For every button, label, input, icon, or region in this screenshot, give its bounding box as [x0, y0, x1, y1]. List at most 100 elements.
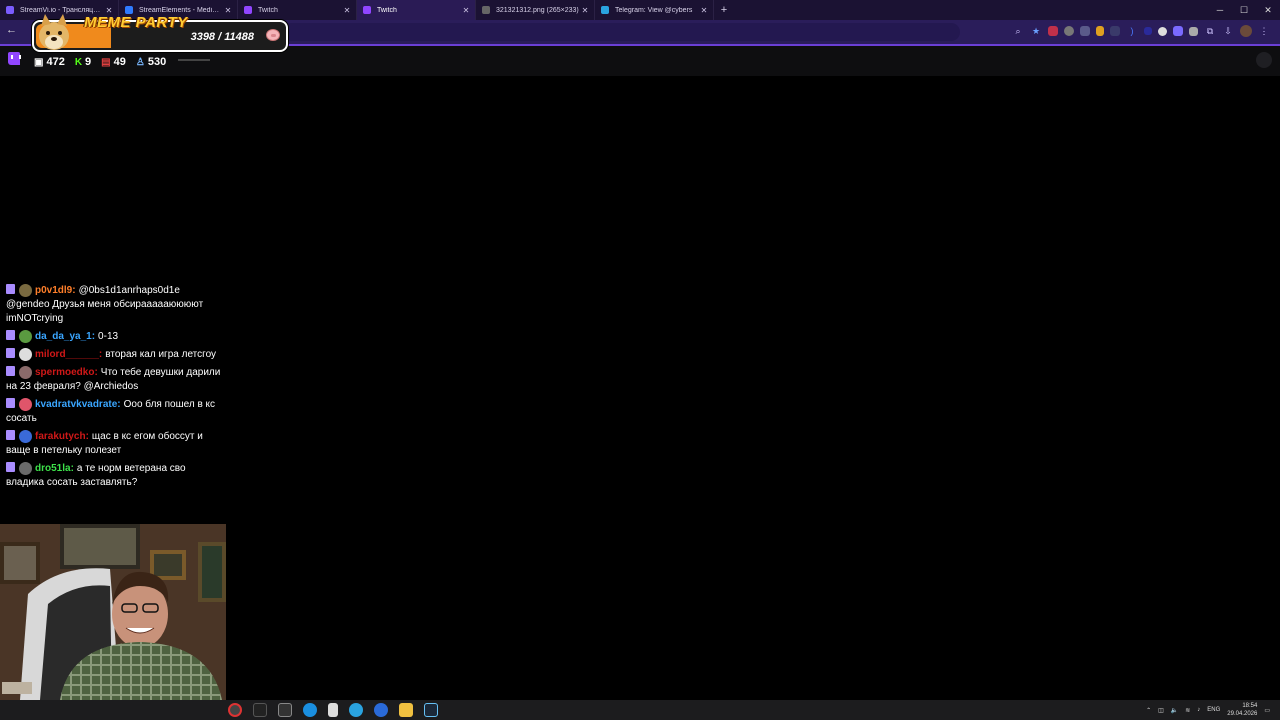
tab-title: Twitch [377, 6, 397, 14]
browser-icon[interactable] [374, 703, 388, 717]
tab-favicon-icon [601, 6, 609, 14]
tab-title: StreamElements - Media re [139, 6, 223, 14]
wifi-icon[interactable]: ≋ [1185, 707, 1190, 714]
terminal-icon[interactable] [253, 703, 267, 717]
extension-icon[interactable] [1189, 26, 1198, 36]
browser-tab[interactable]: 321321312.png (265×233) ✕ [476, 0, 595, 20]
pig-icon [266, 29, 280, 41]
chat-bubble-icon: ▣ [34, 56, 44, 68]
close-tab-icon[interactable]: ✕ [699, 6, 709, 15]
close-tab-icon[interactable]: ✕ [580, 6, 590, 15]
minimize-button[interactable]: ─ [1208, 0, 1232, 20]
snipping-icon[interactable] [278, 703, 292, 717]
chat-message: p0v1dl9: @0bs1d1anrhaps0d1e @gendeo Друзь… [6, 283, 226, 326]
extensions-toolbar: ⌕ ★ ) ⧉ ⇩ ⋮ [1012, 25, 1270, 37]
twitch-badge-icon [6, 398, 15, 408]
chat-username[interactable]: kvadratvkvadrate: [35, 399, 121, 410]
tab-favicon-icon [363, 6, 371, 14]
language-indicator[interactable]: ENG [1207, 707, 1220, 713]
tab-title: Twitch [258, 6, 278, 14]
user-badge-icon [19, 283, 32, 297]
twitch-badge-icon [6, 462, 15, 472]
clock[interactable]: 18:54 29.04.2026 [1227, 702, 1257, 718]
window-controls: ─ ☐ ✕ [1208, 0, 1280, 20]
mic-icon[interactable]: ♪ [1197, 707, 1200, 713]
extension-icon[interactable] [1110, 26, 1120, 36]
edge-icon[interactable] [303, 703, 317, 717]
extensions-puzzle-icon[interactable]: ⧉ [1204, 25, 1216, 37]
extension-icon[interactable]: ) [1126, 25, 1138, 37]
likes-stat: ▤ 49 [101, 56, 126, 68]
tab-title: 321321312.png (265×233) [496, 6, 579, 14]
chat-message: kvadratvkvadrate: Ооо бля пошел в кс соса… [6, 397, 226, 426]
chat-text: а те норм ветерана сво владика сосать за… [6, 463, 186, 488]
chat-username[interactable]: p0v1dl9: [35, 285, 76, 296]
browser-tab[interactable]: Twitch ✕ [238, 0, 357, 20]
extension-icon[interactable] [1096, 26, 1104, 36]
volume-icon[interactable]: 🔈 [1171, 707, 1178, 714]
user-badge-icon [19, 347, 32, 361]
browser-tab[interactable]: Twitch ✕ [357, 0, 476, 20]
telegram-icon[interactable] [349, 703, 363, 717]
star-icon[interactable]: ★ [1030, 25, 1042, 37]
chevron-up-icon[interactable]: ⌃ [1146, 707, 1151, 714]
chat-text: 0-13 [98, 331, 119, 342]
extension-icon[interactable] [1144, 27, 1152, 35]
chat-text: вторая кал игра летсгоу [105, 349, 217, 360]
followers-stat: ♙ 530 [135, 56, 167, 68]
menu-icon[interactable]: ⋮ [1258, 25, 1270, 37]
tab-favicon-icon [482, 6, 490, 14]
kick-icon: K [74, 56, 83, 68]
close-tab-icon[interactable]: ✕ [223, 6, 233, 15]
file-icon[interactable] [328, 703, 338, 717]
twitch-logo-icon[interactable] [8, 52, 21, 65]
chat-username[interactable]: da_da_ya_1: [35, 331, 95, 342]
extension-icon[interactable] [1080, 26, 1090, 36]
steam-icon[interactable] [424, 703, 438, 717]
clock-time: 18:54 [1242, 703, 1258, 709]
twitch-badge-icon [6, 366, 15, 376]
user-avatar[interactable] [1256, 52, 1272, 68]
extension-icon[interactable] [1173, 26, 1183, 36]
chat-username[interactable]: milord______: [35, 349, 102, 360]
person-icon: ♙ [135, 56, 145, 68]
search-icon[interactable]: ⌕ [1012, 25, 1024, 37]
user-badge-icon [19, 329, 32, 343]
webcam-image [0, 524, 226, 700]
extension-icon[interactable] [1064, 26, 1074, 36]
new-tab-button[interactable]: + [714, 4, 734, 16]
user-badge-icon [19, 461, 32, 475]
chat-message: da_da_ya_1: 0-13 [6, 329, 226, 344]
user-badge-icon [19, 429, 32, 443]
folder-icon[interactable] [399, 703, 413, 717]
network-icon[interactable]: ◫ [1158, 707, 1164, 714]
back-button[interactable]: ← [6, 24, 17, 36]
chat-username[interactable]: farakutych: [35, 431, 89, 442]
close-window-button[interactable]: ✕ [1256, 0, 1280, 20]
meme-party-widget: MEME PARTY 3398 / 11488 [32, 14, 288, 52]
extension-icon[interactable] [1158, 26, 1167, 36]
extension-icon[interactable] [1048, 26, 1058, 36]
profile-avatar[interactable] [1240, 25, 1252, 37]
twitch-badge-icon [6, 348, 15, 358]
tab-favicon-icon [125, 6, 133, 14]
browser-tab-bar: StreamVi.io - Трансляции в не✕StreamElem… [0, 0, 1280, 20]
clock-date: 29.04.2026 [1227, 711, 1258, 717]
maximize-button[interactable]: ☐ [1232, 0, 1256, 20]
tab-favicon-icon [6, 6, 14, 14]
notification-icon[interactable]: ▭ [1264, 707, 1270, 714]
twitch-badge-icon [6, 330, 15, 340]
kicks-stat: K9 [74, 56, 92, 68]
download-icon[interactable]: ⇩ [1222, 25, 1234, 37]
browser-tab[interactable]: Telegram: View @cybers ✕ [595, 0, 714, 20]
taskbar-apps [228, 703, 438, 717]
close-tab-icon[interactable]: ✕ [342, 6, 352, 15]
system-tray: ⌃ ◫ 🔈 ≋ ♪ ENG 18:54 29.04.2026 ▭ [1146, 702, 1270, 718]
doge-icon [39, 14, 69, 50]
obs-icon[interactable] [228, 703, 242, 717]
chat-username[interactable]: spermoedko: [35, 367, 98, 378]
chat-username[interactable]: dro51la: [35, 463, 74, 474]
close-tab-icon[interactable]: ✕ [461, 6, 471, 15]
webcam-feed [0, 524, 226, 700]
tab-title: Telegram: View @cybers [615, 6, 693, 14]
